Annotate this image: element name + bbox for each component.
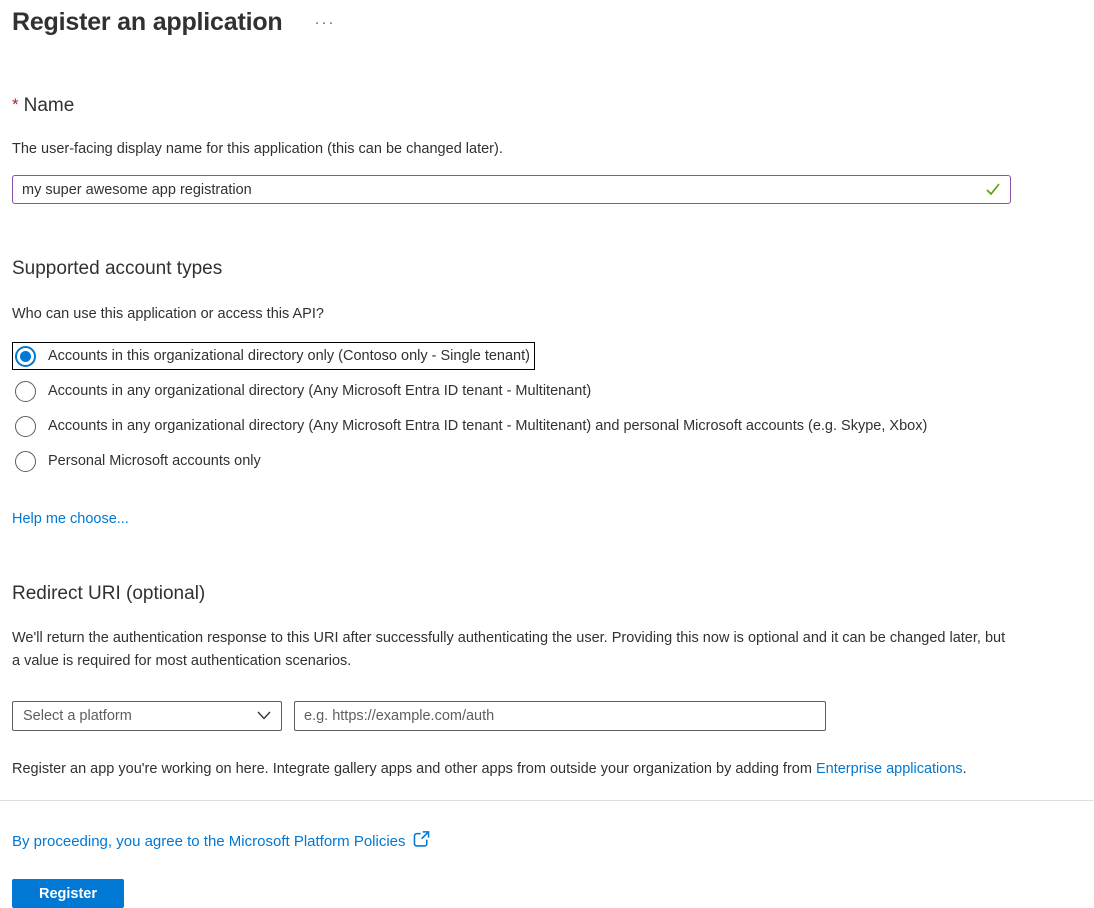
help-me-choose-link[interactable]: Help me choose... [12,511,129,527]
page-header: Register an application ··· [12,8,1082,37]
radio-option-single-tenant[interactable]: Accounts in this organizational director… [12,342,535,370]
chevron-down-icon [257,708,271,724]
enterprise-applications-link[interactable]: Enterprise applications [816,761,963,777]
page-title: Register an application [12,8,283,36]
radio-unselected-icon[interactable] [15,451,36,472]
radio-unselected-icon[interactable] [15,416,36,437]
radio-option-label: Personal Microsoft accounts only [48,453,261,469]
platform-policies-link[interactable]: By proceeding, you agree to the Microsof… [12,833,406,850]
account-types-radio-group: Accounts in this organizational director… [12,342,1082,475]
radio-option-label: Accounts in any organizational directory… [48,418,928,434]
name-section: * Name The user-facing display name for t… [12,95,1082,204]
redirect-uri-controls: Select a platform [12,701,1082,731]
enterprise-apps-note: Register an app you're working on here. … [12,761,1082,777]
register-application-page: Register an application ··· * Name The us… [0,0,1094,908]
name-input-wrapper [12,175,1011,204]
platform-select-value: Select a platform [23,708,132,724]
redirect-uri-heading: Redirect URI (optional) [12,583,206,604]
radio-selected-icon[interactable] [15,346,36,367]
name-label-text: Name [23,95,75,116]
policy-row: By proceeding, you agree to the Microsof… [12,830,1082,852]
radio-option-personal-only[interactable]: Personal Microsoft accounts only [12,447,266,475]
register-button[interactable]: Register [12,879,124,908]
note-suffix: . [962,761,967,777]
account-types-heading: Supported account types [12,258,223,279]
radio-option-label: Accounts in any organizational directory… [48,383,592,399]
supported-account-types-section: Supported account types Who can use this… [12,258,1082,527]
required-asterisk: * [12,95,19,114]
redirect-uri-description: We'll return the authentication response… [12,630,1006,669]
radio-unselected-icon[interactable] [15,381,36,402]
radio-option-multitenant-personal[interactable]: Accounts in any organizational directory… [12,412,932,440]
redirect-uri-section: Redirect URI (optional) We'll return the… [12,583,1082,777]
more-options-ellipsis-button[interactable]: ··· [312,11,337,34]
name-input[interactable] [12,175,1011,204]
account-types-question: Who can use this application or access t… [12,306,324,322]
radio-option-label: Accounts in this organizational director… [48,348,530,364]
platform-select[interactable]: Select a platform [12,701,282,731]
name-label: * Name [12,95,1082,117]
radio-option-multitenant[interactable]: Accounts in any organizational directory… [12,377,596,405]
name-description: The user-facing display name for this ap… [12,141,503,157]
section-divider [0,800,1094,801]
checkmark-icon [984,180,1002,201]
external-link-icon [412,830,431,852]
redirect-uri-input[interactable] [294,701,826,731]
note-prefix: Register an app you're working on here. … [12,761,816,777]
